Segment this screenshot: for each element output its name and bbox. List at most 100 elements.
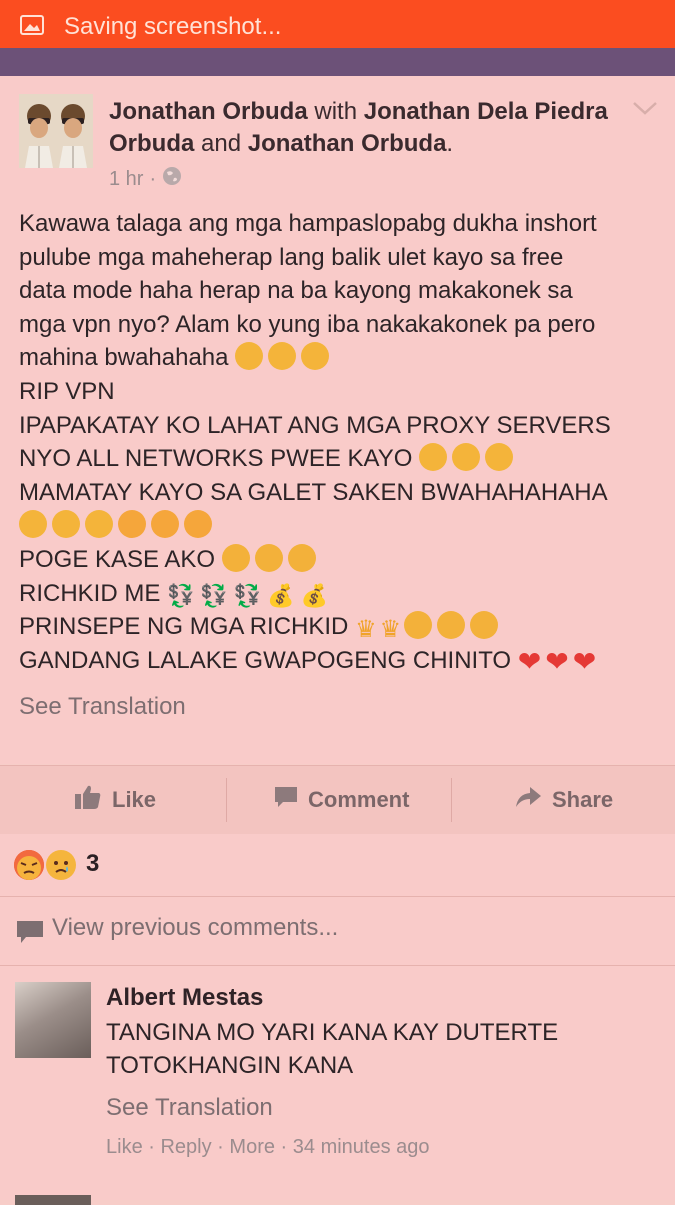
comment-line: TANGINA MO YARI KANA KAY DUTERTE xyxy=(106,1019,559,1046)
comment-text: TANGINA MO YARI KANA KAY DUTERTE TOTOKHA… xyxy=(106,1016,626,1082)
sunglasses-emoji-icon xyxy=(221,543,250,572)
post-line: PRINSEPE NG MGA RICHKID ♛ ♛ xyxy=(19,610,659,644)
post-line: pulube mga maheherap lang balik ulet kay… xyxy=(19,243,564,271)
period-text: . xyxy=(446,130,454,157)
laughing-emoji-icon xyxy=(419,443,448,472)
meta-dot: · xyxy=(274,1136,293,1158)
view-previous-label: View previous comments... xyxy=(52,914,339,941)
crown-emoji-icon: ♛ xyxy=(355,616,377,644)
comment-bubble-icon xyxy=(274,785,298,815)
tongue-out-emoji-icon xyxy=(151,510,179,539)
post-action-bar: Like Comment Share xyxy=(0,765,675,835)
post-line: Kawawa talaga ang mga hampaslopabg dukha… xyxy=(19,210,597,237)
laughing-emoji-icon xyxy=(452,443,481,472)
post-line: mga vpn nyo? Alam ko yung iba nakakakone… xyxy=(19,310,596,338)
share-label: Share xyxy=(552,787,614,812)
money-bag-emoji-icon: 💰 xyxy=(267,582,295,608)
post-time[interactable]: 1 hr xyxy=(109,168,143,191)
commenter-name[interactable]: Albert Mestas xyxy=(106,984,263,1012)
sunglasses-emoji-icon xyxy=(254,543,283,572)
globe-icon xyxy=(162,166,182,192)
sad-face-icon xyxy=(46,850,76,880)
post-line-text: PRINSEPE NG MGA RICHKID xyxy=(19,613,349,641)
money-bag-emoji-icon: 💰 xyxy=(300,582,329,608)
chevron-down-icon[interactable] xyxy=(632,100,658,121)
and-text: and xyxy=(201,130,242,157)
post-line-text: mahina bwahahaha xyxy=(19,344,229,372)
thumbs-up-icon xyxy=(74,784,102,816)
post-line-text: GANDANG LALAKE GWAPOGENG CHINITO xyxy=(19,646,512,674)
commenter-avatar[interactable] xyxy=(15,982,91,1058)
post-line xyxy=(19,509,659,543)
tongue-out-emoji-icon xyxy=(184,510,212,539)
see-translation-link[interactable]: See Translation xyxy=(19,693,186,721)
comment-label: Comment xyxy=(308,787,410,812)
reaction-count: 3 xyxy=(86,850,100,877)
comment-like-link[interactable]: Like xyxy=(106,1136,143,1158)
with-text: with xyxy=(314,98,358,125)
post-meta: 1 hr · xyxy=(109,166,182,192)
post-line: RIP VPN xyxy=(19,377,115,405)
angry-face-icon xyxy=(14,850,44,880)
image-icon xyxy=(20,15,44,40)
currency-exchange-emoji-icon: 💱 xyxy=(200,582,228,608)
share-arrow-icon xyxy=(514,785,542,815)
post-line: IPAPAKATAY KO LAHAT ANG MGA PROXY SERVER… xyxy=(19,411,611,439)
laughing-emoji-icon xyxy=(301,342,330,371)
comment-see-translation-link[interactable]: See Translation xyxy=(106,1094,273,1122)
post-body: Kawawa talaga ang mga hampaslopabg dukha… xyxy=(19,207,659,677)
post-line: NYO ALL NETWORKS PWEE KAYO xyxy=(19,442,659,476)
like-button[interactable]: Like xyxy=(74,766,156,834)
comment-bubble-icon xyxy=(16,919,44,950)
top-nav-bar xyxy=(0,48,675,76)
status-bar: Saving screenshot... xyxy=(0,0,675,48)
comment-time: 34 minutes ago xyxy=(292,1136,430,1158)
post-line-text: NYO ALL NETWORKS PWEE KAYO xyxy=(19,445,413,473)
sunglasses-emoji-icon xyxy=(470,611,499,640)
like-label: Like xyxy=(112,787,157,812)
laughing-emoji-icon xyxy=(52,510,80,539)
author-avatar[interactable] xyxy=(19,94,93,168)
heart-emoji-icon: ❤ xyxy=(517,645,542,677)
post-line: GANDANG LALAKE GWAPOGENG CHINITO ❤ ❤ ❤ xyxy=(19,644,659,678)
post-line: RICHKID ME 💱 💱 💱 💰 💰 xyxy=(19,577,659,611)
action-divider xyxy=(451,778,452,822)
comment-meta: Like · Reply · More · 34 minutes ago xyxy=(106,1136,430,1159)
post-line: data mode haha herap na ba kayong makako… xyxy=(19,277,573,305)
laughing-emoji-icon xyxy=(268,342,297,371)
sunglasses-emoji-icon xyxy=(404,611,433,640)
post-line-text: POGE KASE AKO xyxy=(19,545,216,573)
comment-item: Albert Mestas TANGINA MO YARI KANA KAY D… xyxy=(0,966,675,1200)
currency-exchange-emoji-icon: 💱 xyxy=(167,582,195,608)
post-line: MAMATAY KAYO SA GALET SAKEN BWAHAHAHAHA xyxy=(19,478,608,506)
sunglasses-emoji-icon xyxy=(437,611,466,640)
laughing-emoji-icon xyxy=(85,510,113,539)
comment-line: TOTOKHANGIN KANA xyxy=(106,1052,354,1079)
currency-exchange-emoji-icon: 💱 xyxy=(233,582,262,608)
action-divider xyxy=(226,778,227,822)
crown-emoji-icon: ♛ xyxy=(379,616,402,644)
next-commenter-avatar[interactable] xyxy=(15,1195,91,1205)
tagged-person-2[interactable]: Jonathan Orbuda xyxy=(248,130,447,157)
author-name[interactable]: Jonathan Orbuda xyxy=(109,98,308,125)
sunglasses-emoji-icon xyxy=(287,543,316,572)
comment-reply-link[interactable]: Reply xyxy=(160,1136,211,1158)
post-author-line: Jonathan Orbuda with Jonathan Dela Piedr… xyxy=(109,96,619,160)
post-line: POGE KASE AKO xyxy=(19,543,659,577)
laughing-emoji-icon xyxy=(235,342,264,371)
share-button[interactable]: Share xyxy=(514,766,613,834)
meta-dot: · xyxy=(142,1136,161,1158)
heart-emoji-icon: ❤ xyxy=(545,645,569,677)
laughing-emoji-icon xyxy=(485,443,514,472)
view-previous-comments[interactable]: View previous comments... xyxy=(0,897,675,966)
meta-dot: · xyxy=(211,1136,230,1158)
laughing-emoji-icon xyxy=(19,510,47,539)
meta-separator: · xyxy=(149,167,157,190)
comment-button[interactable]: Comment xyxy=(274,766,409,834)
tongue-out-emoji-icon xyxy=(118,510,146,539)
status-text: Saving screenshot... xyxy=(64,13,282,40)
comment-more-link[interactable]: More xyxy=(229,1136,275,1158)
reactions-row[interactable]: 3 xyxy=(0,834,675,897)
post-line: mahina bwahahaha xyxy=(19,341,659,375)
heart-emoji-icon: ❤ xyxy=(572,645,597,677)
